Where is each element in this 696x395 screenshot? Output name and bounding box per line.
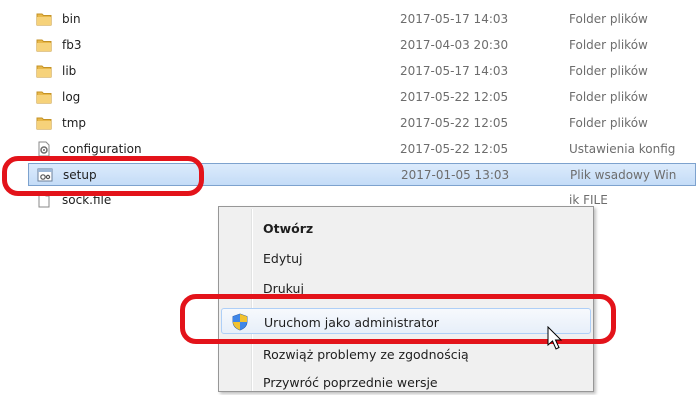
menu-item-print[interactable]: Drukuj (221, 275, 591, 301)
file-date: 2017-05-22 12:05 (400, 142, 509, 156)
folder-icon (36, 65, 52, 78)
folder-icon (36, 13, 52, 26)
file-name: setup (63, 168, 97, 182)
context-menu: Otwórz Edytuj Drukuj Uruchom jako admini… (218, 206, 594, 392)
file-icon (38, 192, 50, 208)
file-row-fb3[interactable]: fb3 2017-04-03 20:30 Folder plików (28, 34, 696, 56)
file-name: configuration (62, 142, 142, 156)
menu-item-label: Uruchom jako administrator (264, 315, 439, 330)
file-date: 2017-04-03 20:30 (400, 38, 509, 52)
file-type: Folder plików (569, 90, 648, 104)
file-name: bin (62, 12, 81, 26)
file-type: Folder plików (569, 38, 648, 52)
file-name: sock.file (62, 193, 112, 207)
menu-item-label: Rozwiąż problemy ze zgodnością (263, 347, 469, 362)
menu-item-label: Edytuj (263, 251, 303, 266)
folder-icon (36, 91, 52, 104)
file-type: Folder plików (569, 116, 648, 130)
menu-item-restore-previous-versions[interactable]: Przywróć poprzednie wersje (221, 369, 591, 395)
file-name: tmp (62, 116, 87, 130)
file-name: log (62, 90, 81, 104)
menu-item-label: Przywróć poprzednie wersje (263, 375, 438, 390)
menu-item-troubleshoot-compatibility[interactable]: Rozwiąż problemy ze zgodnością (221, 341, 591, 367)
batch-file-icon (37, 168, 53, 182)
file-date: 2017-01-05 13:03 (401, 168, 510, 182)
config-file-icon (38, 141, 50, 157)
file-row-log[interactable]: log 2017-05-22 12:05 Folder plików (28, 86, 696, 108)
file-name: lib (62, 64, 77, 78)
folder-icon (36, 39, 52, 52)
file-row-tmp[interactable]: tmp 2017-05-22 12:05 Folder plików (28, 112, 696, 134)
file-type: Plik wsadowy Win (570, 168, 677, 182)
menu-item-edit[interactable]: Edytuj (221, 245, 591, 271)
file-type: ik FILE (569, 193, 608, 207)
file-date: 2017-05-22 12:05 (400, 116, 509, 130)
file-type: Folder plików (569, 12, 648, 26)
file-row-lib[interactable]: lib 2017-05-17 14:03 Folder plików (28, 60, 696, 82)
file-date: 2017-05-17 14:03 (400, 12, 509, 26)
menu-item-open[interactable]: Otwórz (221, 215, 591, 241)
mouse-cursor-icon (547, 326, 563, 350)
file-row-configuration[interactable]: configuration 2017-05-22 12:05 Ustawieni… (28, 138, 696, 160)
menu-item-label: Drukuj (263, 281, 304, 296)
file-type: Ustawienia konfig (569, 142, 676, 156)
folder-icon (36, 117, 52, 130)
uac-shield-icon (232, 313, 248, 331)
menu-item-run-as-administrator[interactable]: Uruchom jako administrator (221, 308, 591, 334)
file-row-setup[interactable]: setup 2017-01-05 13:03 Plik wsadowy Win (28, 163, 696, 186)
file-date: 2017-05-17 14:03 (400, 64, 509, 78)
file-type: Folder plików (569, 64, 648, 78)
file-name: fb3 (62, 38, 82, 52)
file-row-bin[interactable]: bin 2017-05-17 14:03 Folder plików (28, 8, 696, 30)
menu-item-label: Otwórz (263, 221, 314, 236)
file-date: 2017-05-22 12:05 (400, 90, 509, 104)
